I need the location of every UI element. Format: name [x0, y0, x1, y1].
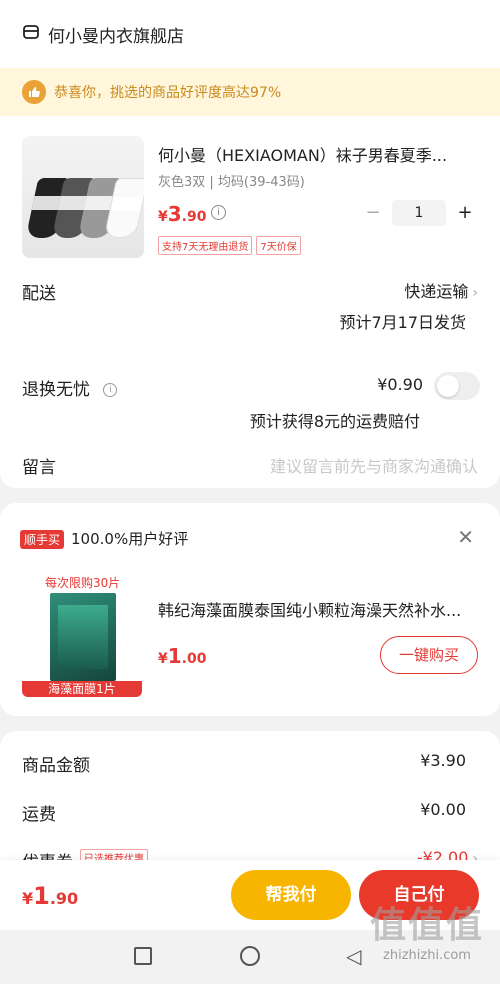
- promo-text: 恭喜你，挑选的商品好评度高达97%: [54, 85, 282, 101]
- info-icon[interactable]: i: [211, 205, 226, 220]
- recommend-image[interactable]: 海藻面膜1片: [22, 593, 142, 697]
- message-input[interactable]: 建议留言前先与商家沟通确认: [270, 453, 478, 477]
- tag-7day-return: 支持7天无理由退货: [158, 236, 253, 255]
- total-price: ¥1.90: [22, 882, 79, 910]
- shipping-value: ¥0.00: [420, 800, 466, 819]
- service-tags: 支持7天无理由退货 7天价保: [158, 236, 301, 255]
- recent-apps-icon[interactable]: [134, 947, 152, 965]
- watermark: 值值值 zhizhizhi.com: [369, 905, 484, 963]
- recommend-image-label: 海藻面膜1片: [22, 681, 142, 697]
- product-name[interactable]: 何小曼（HEXIAOMAN）袜子男春夏季...: [158, 142, 478, 166]
- delivery-eta: 预计7月17日发货: [339, 313, 466, 332]
- summary-card: 商品金额 ¥3.90 运费 ¥0.00 优惠券 已选推荐优惠 -¥2.00›: [0, 731, 500, 873]
- limit-text: 每次限购30片: [45, 576, 121, 590]
- product-spec[interactable]: 灰色3双 | 均码(39-43码): [158, 171, 305, 190]
- quantity-stepper: − 1 +: [360, 200, 478, 226]
- recommend-badge: 顺手买: [20, 530, 65, 549]
- message-label: 留言: [22, 458, 56, 478]
- product-price: ¥3.90: [158, 202, 207, 226]
- tag-price-protect: 7天价保: [256, 236, 301, 255]
- recommend-card: 顺手买 100.0%用户好评 ✕ 每次限购30片 海藻面膜1片 韩纪海藻面膜泰国…: [0, 503, 500, 716]
- info-icon[interactable]: i: [103, 383, 118, 397]
- product-image[interactable]: [22, 136, 144, 258]
- shipping-label: 运费: [22, 805, 56, 825]
- promo-bar: 恭喜你，挑选的商品好评度高达97%: [0, 68, 500, 116]
- recommend-header: 100.0%用户好评: [71, 530, 189, 548]
- back-icon[interactable]: ◁: [346, 944, 361, 968]
- store-name[interactable]: 何小曼内衣旗舰店: [48, 22, 184, 47]
- goods-amount-value: ¥3.90: [420, 751, 466, 770]
- help-pay-button[interactable]: 帮我付: [231, 870, 351, 920]
- return-service-toggle[interactable]: [434, 372, 480, 400]
- close-icon[interactable]: ✕: [457, 525, 474, 549]
- order-card: 何小曼（HEXIAOMAN）袜子男春夏季... 灰色3双 | 均码(39-43码…: [0, 116, 500, 488]
- increase-button[interactable]: +: [452, 200, 478, 226]
- recommend-price: ¥1.00: [158, 644, 207, 668]
- delivery-label: 配送: [22, 284, 56, 304]
- decrease-button[interactable]: −: [360, 200, 386, 226]
- return-service-note: 预计获得8元的运费赔付: [249, 412, 420, 431]
- quantity-value[interactable]: 1: [392, 200, 446, 226]
- store-icon: [22, 23, 40, 45]
- return-service-label: 退换无忧 i: [22, 375, 118, 400]
- thumbs-up-icon: [22, 80, 46, 104]
- home-icon[interactable]: [240, 946, 260, 966]
- chevron-right-icon: ›: [472, 285, 478, 301]
- one-click-buy-button[interactable]: 一键购买: [380, 636, 478, 674]
- return-service-price: ¥0.90: [377, 375, 423, 394]
- delivery-method[interactable]: 快递运输 ›: [404, 278, 478, 302]
- goods-amount-label: 商品金额: [22, 756, 90, 776]
- recommend-name[interactable]: 韩纪海藻面膜泰国纯小颗粒海澡天然补水...: [158, 597, 478, 621]
- store-header[interactable]: 何小曼内衣旗舰店: [0, 0, 500, 68]
